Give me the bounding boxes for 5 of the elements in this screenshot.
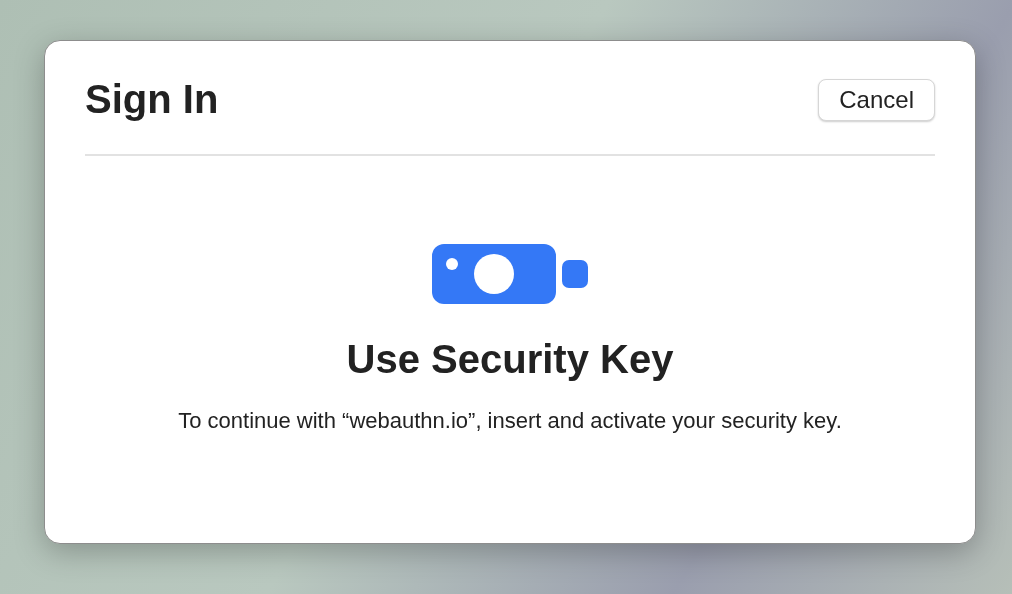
- cancel-button[interactable]: Cancel: [818, 78, 935, 121]
- dialog-heading: Use Security Key: [346, 337, 674, 382]
- security-key-icon: [432, 243, 588, 305]
- dialog-message: To continue with “webauthn.io”, insert and activate your security key.: [177, 407, 843, 435]
- dialog-title: Sign In: [85, 77, 219, 122]
